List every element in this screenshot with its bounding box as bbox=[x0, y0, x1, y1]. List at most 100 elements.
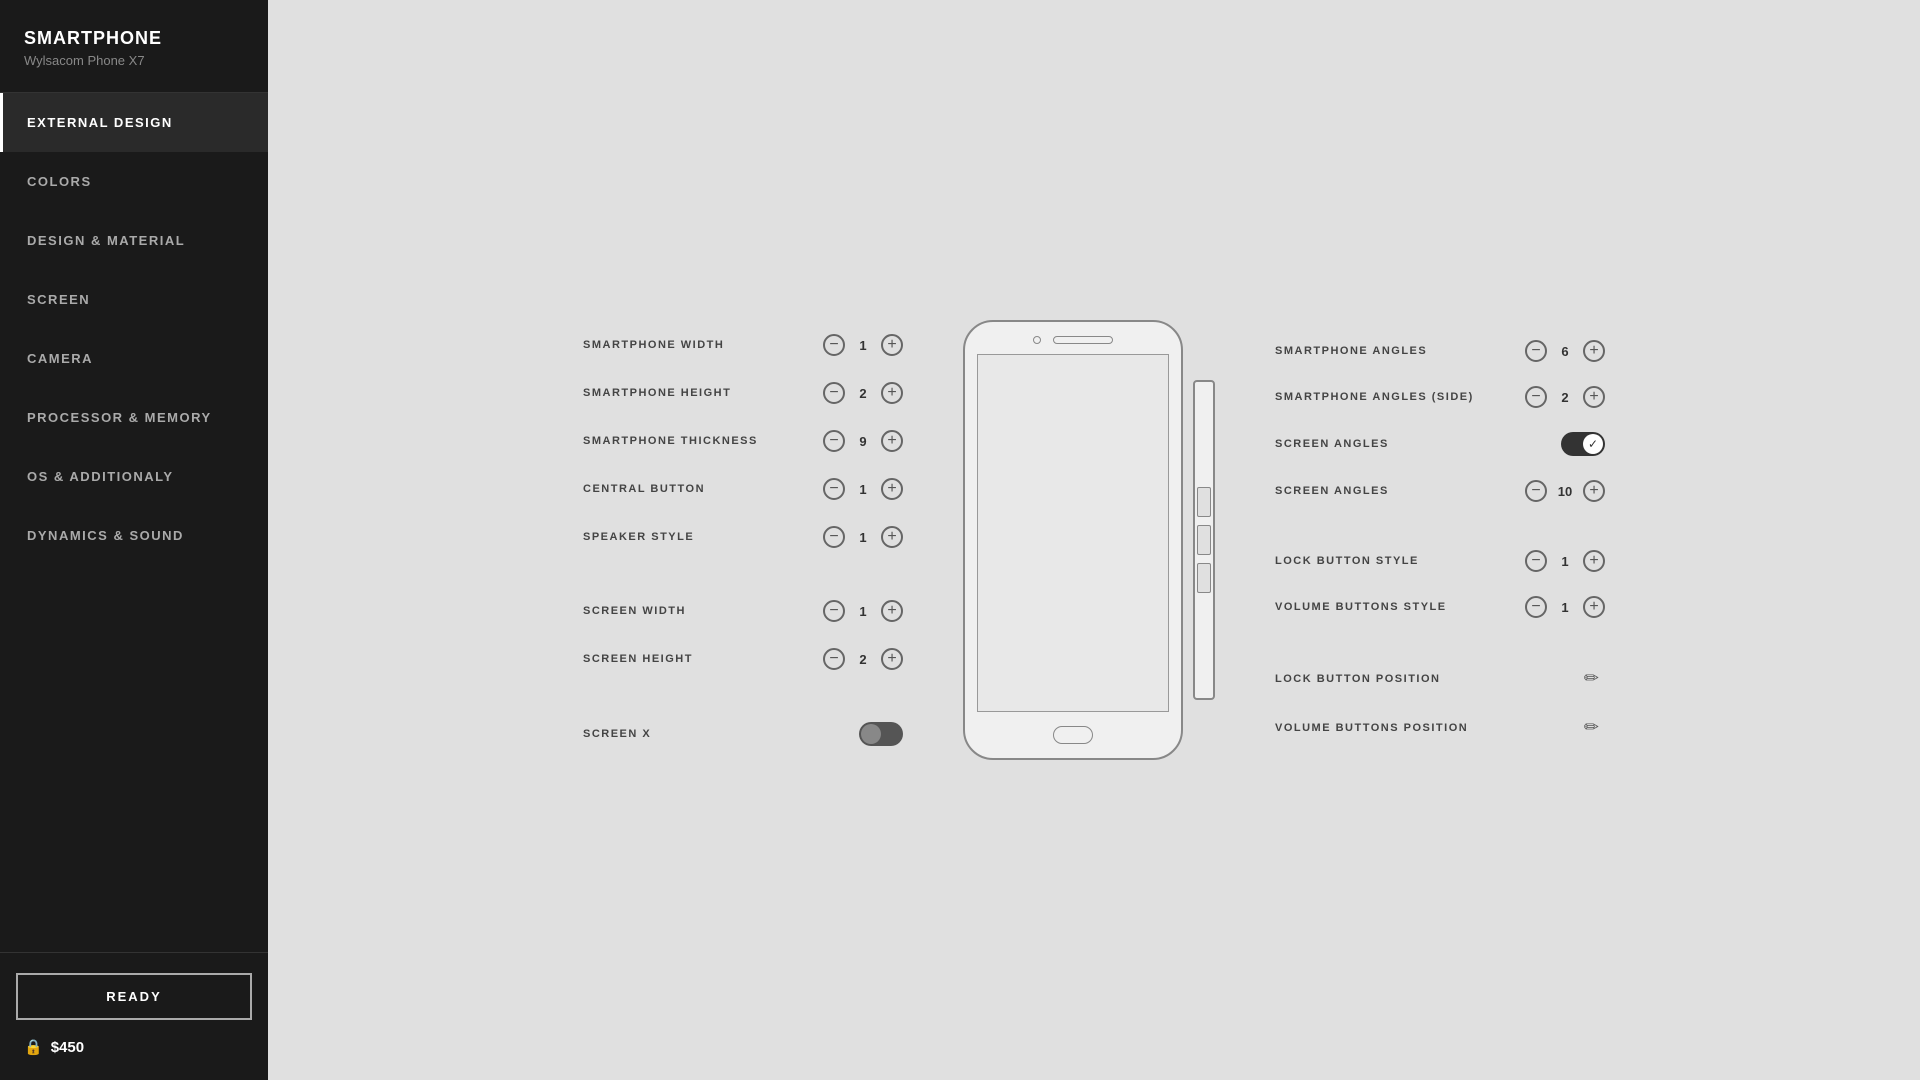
stepper-minus-screen-width[interactable]: − bbox=[823, 600, 845, 622]
control-label-smartphone-angles: SMARTPHONE ANGLES bbox=[1275, 345, 1427, 357]
edit-btn-lock-button-position[interactable]: ✏ bbox=[1578, 666, 1605, 691]
stepper-smartphone-angles: − 6 + bbox=[1525, 340, 1605, 362]
sidebar-item-colors[interactable]: COLORS bbox=[0, 152, 268, 211]
nav-menu: EXTERNAL DESIGNCOLORSDESIGN & MATERIALSC… bbox=[0, 93, 268, 952]
control-row-speaker-style: SPEAKER STYLE − 1 + bbox=[583, 516, 903, 558]
stepper-value-screen-width: 1 bbox=[855, 604, 871, 619]
sidebar-item-external-design[interactable]: EXTERNAL DESIGN bbox=[0, 93, 268, 152]
separator-right-4 bbox=[1275, 516, 1605, 536]
stepper-minus-speaker-style[interactable]: − bbox=[823, 526, 845, 548]
stepper-minus-smartphone-angles[interactable]: − bbox=[1525, 340, 1547, 362]
control-row-lock-button-style: LOCK BUTTON STYLE − 1 + bbox=[1275, 540, 1605, 582]
toggle-knob-screen-angles-toggle: ✓ bbox=[1583, 434, 1603, 454]
stepper-minus-smartphone-angles-side[interactable]: − bbox=[1525, 386, 1547, 408]
control-row-central-button: CENTRAL BUTTON − 1 + bbox=[583, 468, 903, 510]
side-button-1 bbox=[1197, 487, 1211, 517]
control-row-smartphone-thickness: SMARTPHONE THICKNESS − 9 + bbox=[583, 420, 903, 462]
control-label-screen-angles-stepper: SCREEN ANGLES bbox=[1275, 485, 1389, 497]
stepper-value-volume-buttons-style: 1 bbox=[1557, 600, 1573, 615]
stepper-value-smartphone-height: 2 bbox=[855, 386, 871, 401]
phone-speaker bbox=[1053, 336, 1113, 344]
stepper-smartphone-height: − 2 + bbox=[823, 382, 903, 404]
stepper-plus-central-button[interactable]: + bbox=[881, 478, 903, 500]
control-row-screen-height: SCREEN HEIGHT − 2 + bbox=[583, 638, 903, 680]
sidebar-item-screen[interactable]: SCREEN bbox=[0, 270, 268, 329]
control-label-smartphone-thickness: SMARTPHONE THICKNESS bbox=[583, 435, 758, 447]
sidebar-footer: READY 🔒 $450 bbox=[0, 952, 268, 1080]
control-label-screen-angles-toggle: SCREEN ANGLES bbox=[1275, 438, 1389, 450]
stepper-value-smartphone-thickness: 9 bbox=[855, 434, 871, 449]
control-label-screen-width: SCREEN WIDTH bbox=[583, 605, 686, 617]
stepper-plus-smartphone-width[interactable]: + bbox=[881, 334, 903, 356]
stepper-minus-volume-buttons-style[interactable]: − bbox=[1525, 596, 1547, 618]
control-row-lock-button-position: LOCK BUTTON POSITION ✏ bbox=[1275, 656, 1605, 701]
stepper-plus-lock-button-style[interactable]: + bbox=[1583, 550, 1605, 572]
stepper-speaker-style: − 1 + bbox=[823, 526, 903, 548]
stepper-plus-speaker-style[interactable]: + bbox=[881, 526, 903, 548]
control-row-smartphone-width: SMARTPHONE WIDTH − 1 + bbox=[583, 324, 903, 366]
brand-title: SMARTPHONE bbox=[24, 28, 244, 49]
sidebar-item-dynamics-sound[interactable]: DYNAMICS & SOUND bbox=[0, 506, 268, 565]
sidebar-item-os-additionaly[interactable]: OS & ADDITIONALY bbox=[0, 447, 268, 506]
control-label-screen-height: SCREEN HEIGHT bbox=[583, 653, 693, 665]
stepper-minus-smartphone-height[interactable]: − bbox=[823, 382, 845, 404]
stepper-plus-smartphone-angles-side[interactable]: + bbox=[1583, 386, 1605, 408]
price-value: $450 bbox=[51, 1039, 84, 1056]
stepper-plus-screen-angles-stepper[interactable]: + bbox=[1583, 480, 1605, 502]
stepper-minus-central-button[interactable]: − bbox=[823, 478, 845, 500]
control-row-screen-width: SCREEN WIDTH − 1 + bbox=[583, 590, 903, 632]
stepper-value-smartphone-angles-side: 2 bbox=[1557, 390, 1573, 405]
stepper-plus-smartphone-thickness[interactable]: + bbox=[881, 430, 903, 452]
separator-right-6 bbox=[1275, 632, 1605, 652]
control-row-volume-buttons-style: VOLUME BUTTONS STYLE − 1 + bbox=[1275, 586, 1605, 628]
sidebar-item-design-material[interactable]: DESIGN & MATERIAL bbox=[0, 211, 268, 270]
control-label-smartphone-width: SMARTPHONE WIDTH bbox=[583, 339, 724, 351]
main-content: SMARTPHONE WIDTH − 1 + SMARTPHONE HEIGHT… bbox=[268, 0, 1920, 1080]
stepper-plus-smartphone-angles[interactable]: + bbox=[1583, 340, 1605, 362]
control-label-volume-buttons-position: VOLUME BUTTONS POSITION bbox=[1275, 722, 1468, 734]
control-label-screen-x: SCREEN X bbox=[583, 728, 651, 740]
stepper-plus-screen-width[interactable]: + bbox=[881, 600, 903, 622]
control-label-speaker-style: SPEAKER STYLE bbox=[583, 531, 694, 543]
stepper-value-screen-angles-stepper: 10 bbox=[1557, 484, 1573, 499]
toggle-screen-x[interactable] bbox=[859, 722, 903, 746]
stepper-plus-screen-height[interactable]: + bbox=[881, 648, 903, 670]
stepper-smartphone-angles-side: − 2 + bbox=[1525, 386, 1605, 408]
stepper-screen-width: − 1 + bbox=[823, 600, 903, 622]
content-area: SMARTPHONE WIDTH − 1 + SMARTPHONE HEIGHT… bbox=[268, 0, 1920, 1080]
phone-illustration bbox=[963, 320, 1215, 760]
sidebar-item-camera[interactable]: CAMERA bbox=[0, 329, 268, 388]
separator-left-5 bbox=[583, 564, 903, 584]
control-row-screen-angles-stepper: SCREEN ANGLES − 10 + bbox=[1275, 470, 1605, 512]
brand-section: SMARTPHONE Wylsacom Phone X7 bbox=[0, 0, 268, 93]
control-label-lock-button-style: LOCK BUTTON STYLE bbox=[1275, 555, 1419, 567]
phone-side-view bbox=[1193, 380, 1215, 700]
control-label-smartphone-angles-side: SMARTPHONE ANGLES (SIDE) bbox=[1275, 391, 1474, 403]
control-row-volume-buttons-position: VOLUME BUTTONS POSITION ✏ bbox=[1275, 705, 1605, 750]
separator-left-7 bbox=[583, 686, 903, 706]
stepper-screen-height: − 2 + bbox=[823, 648, 903, 670]
sidebar: SMARTPHONE Wylsacom Phone X7 EXTERNAL DE… bbox=[0, 0, 268, 1080]
edit-btn-volume-buttons-position[interactable]: ✏ bbox=[1578, 715, 1605, 740]
stepper-minus-screen-height[interactable]: − bbox=[823, 648, 845, 670]
control-row-screen-x: SCREEN X bbox=[583, 712, 903, 756]
price-icon: 🔒 bbox=[24, 1038, 43, 1056]
control-label-lock-button-position: LOCK BUTTON POSITION bbox=[1275, 673, 1440, 685]
phone-camera bbox=[1033, 336, 1041, 344]
side-button-3 bbox=[1197, 563, 1211, 593]
stepper-minus-smartphone-thickness[interactable]: − bbox=[823, 430, 845, 452]
stepper-plus-smartphone-height[interactable]: + bbox=[881, 382, 903, 404]
stepper-minus-lock-button-style[interactable]: − bbox=[1525, 550, 1547, 572]
stepper-smartphone-thickness: − 9 + bbox=[823, 430, 903, 452]
stepper-minus-smartphone-width[interactable]: − bbox=[823, 334, 845, 356]
stepper-minus-screen-angles-stepper[interactable]: − bbox=[1525, 480, 1547, 502]
toggle-knob-screen-x bbox=[861, 724, 881, 744]
left-controls-panel: SMARTPHONE WIDTH − 1 + SMARTPHONE HEIGHT… bbox=[583, 324, 903, 756]
stepper-plus-volume-buttons-style[interactable]: + bbox=[1583, 596, 1605, 618]
brand-subtitle: Wylsacom Phone X7 bbox=[24, 53, 244, 68]
ready-button[interactable]: READY bbox=[16, 973, 252, 1020]
toggle-screen-angles-toggle[interactable]: ✓ bbox=[1561, 432, 1605, 456]
control-row-screen-angles-toggle: SCREEN ANGLES ✓ bbox=[1275, 422, 1605, 466]
stepper-screen-angles-stepper: − 10 + bbox=[1525, 480, 1605, 502]
sidebar-item-processor-memory[interactable]: PROCESSOR & MEMORY bbox=[0, 388, 268, 447]
